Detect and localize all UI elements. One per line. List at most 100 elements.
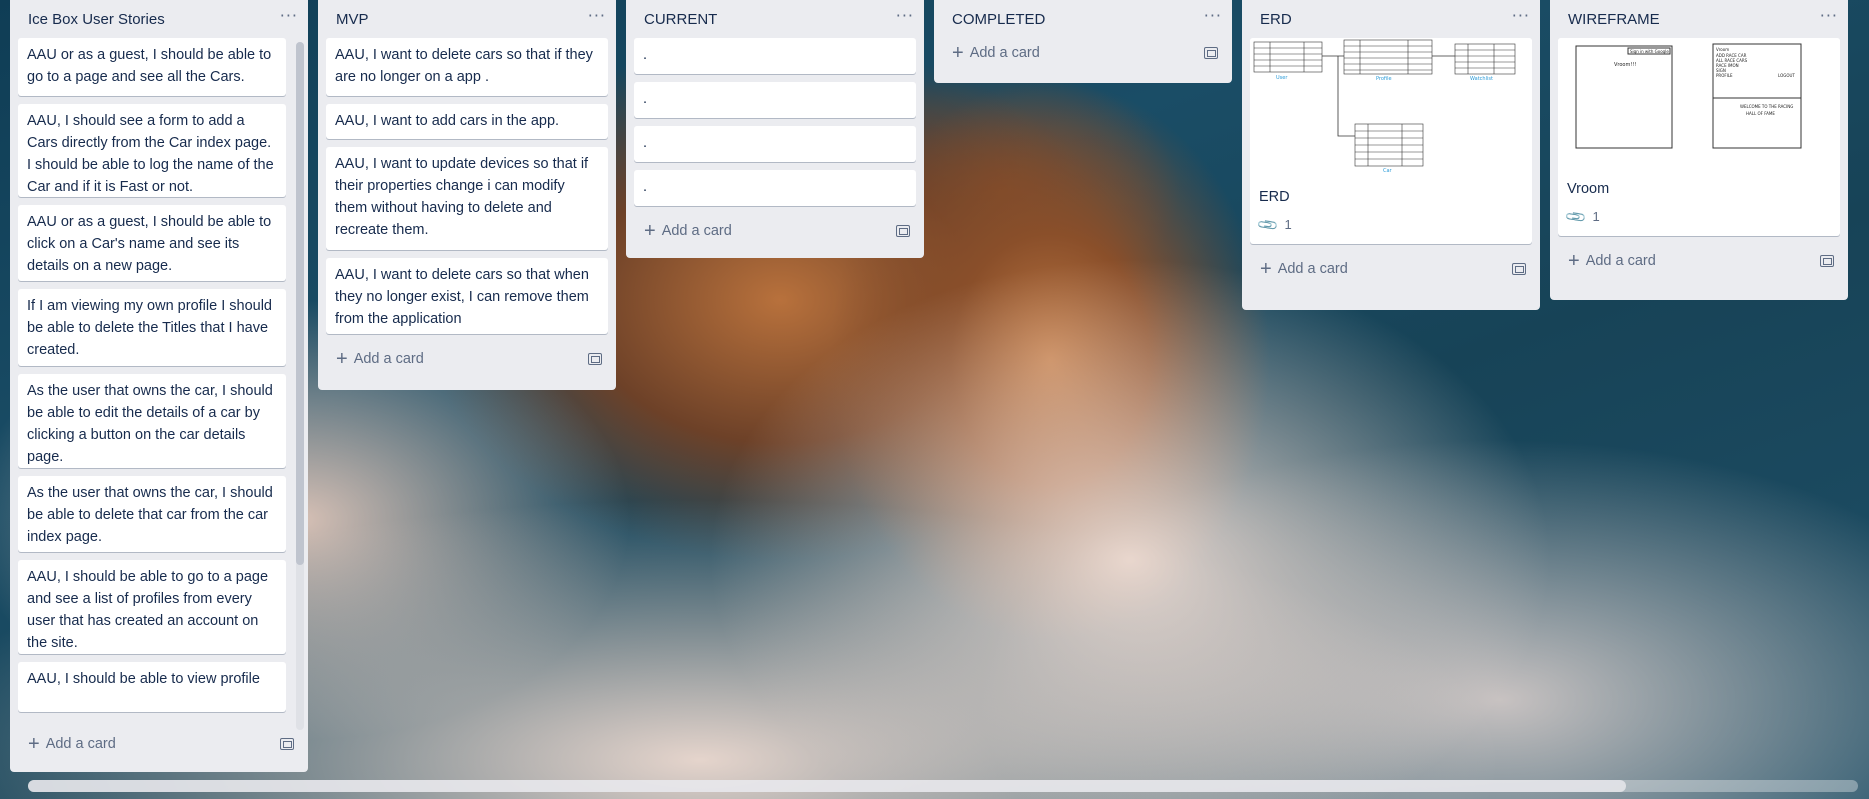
- list-title[interactable]: CURRENT: [644, 11, 717, 28]
- card-title: Vroom: [1567, 181, 1610, 197]
- add-card-label: Add a card: [353, 351, 424, 367]
- card-title: AAU or as a guest, I should be able to g…: [27, 47, 272, 85]
- add-card-row: + Add a card: [318, 342, 616, 382]
- card[interactable]: AAU, I want to add cars in the app.: [326, 104, 608, 139]
- add-card-button[interactable]: + Add a card: [644, 220, 732, 242]
- card-title: AAU, I should see a form to add a Cars d…: [27, 113, 274, 195]
- board-horizontal-scrollbar[interactable]: [28, 780, 1858, 792]
- card[interactable]: AAU, I want to delete cars so that if th…: [326, 38, 608, 96]
- card[interactable]: As the user that owns the car, I should …: [18, 374, 286, 468]
- card-title: .: [643, 179, 648, 195]
- card-title: .: [643, 135, 648, 151]
- add-card-row: + Add a card: [626, 214, 924, 254]
- list-ice-box: Ice Box User Stories ··· AAU or as a gue…: [10, 0, 308, 772]
- card-with-cover[interactable]: User Profile Watchlist Car ERD 📎 1: [1250, 38, 1532, 244]
- card[interactable]: .: [634, 170, 916, 206]
- add-card-button[interactable]: + Add a card: [1260, 258, 1348, 280]
- card-list: User Profile Watchlist Car ERD 📎 1: [1242, 38, 1540, 244]
- list-menu-icon[interactable]: ···: [896, 8, 914, 27]
- list-menu-icon[interactable]: ···: [1820, 8, 1838, 27]
- add-card-button[interactable]: + Add a card: [952, 42, 1040, 64]
- card-title: .: [643, 47, 648, 63]
- attachment-badge: 📎 1: [1256, 213, 1523, 236]
- list-title[interactable]: COMPLETED: [952, 11, 1045, 28]
- add-card-button[interactable]: + Add a card: [1568, 251, 1656, 271]
- list-title[interactable]: Ice Box User Stories: [28, 11, 165, 28]
- add-card-button[interactable]: + Add a card: [336, 348, 424, 370]
- add-card-label: Add a card: [969, 45, 1040, 61]
- add-card-row: + Add a card: [1242, 252, 1540, 292]
- add-card-row: + Add a card: [10, 726, 308, 766]
- card[interactable]: AAU, I want to delete cars so that when …: [326, 258, 608, 334]
- wf-sign-in: Sign in with Google: [1630, 49, 1669, 54]
- card[interactable]: .: [634, 126, 916, 162]
- list-header[interactable]: Ice Box User Stories ···: [10, 0, 308, 38]
- erd-label-watchlist: Watchlist: [1470, 76, 1493, 82]
- list-menu-icon[interactable]: ···: [1204, 8, 1222, 27]
- card-title: ERD: [1259, 189, 1290, 205]
- card-title: As the user that owns the car, I should …: [27, 485, 273, 545]
- wf-menu-1: Vroom: [1716, 47, 1729, 52]
- list-header[interactable]: CURRENT ···: [626, 0, 924, 38]
- card-title: AAU, I want to delete cars so that if th…: [335, 47, 593, 85]
- card-cover-image: User Profile Watchlist Car: [1250, 38, 1532, 180]
- card-body: Vroom 📎 1: [1558, 172, 1840, 236]
- card-template-icon[interactable]: [280, 738, 294, 750]
- wf-welcome-1: WELCOME TO THE RACING: [1740, 104, 1793, 109]
- card[interactable]: .: [634, 82, 916, 118]
- card[interactable]: AAU, I should be able to view profile: [18, 662, 286, 712]
- card-template-icon[interactable]: [1204, 47, 1218, 59]
- card-title: AAU, I want to update devices so that if…: [335, 156, 589, 238]
- card[interactable]: AAU, I should see a form to add a Cars d…: [18, 104, 286, 197]
- add-card-label: Add a card: [1277, 261, 1348, 277]
- erd-label-car: Car: [1383, 168, 1393, 174]
- plus-icon: +: [952, 42, 964, 64]
- plus-icon: +: [336, 348, 348, 370]
- card-title: AAU or as a guest, I should be able to c…: [27, 214, 272, 274]
- list-header[interactable]: COMPLETED ···: [934, 0, 1232, 38]
- card[interactable]: As the user that owns the car, I should …: [18, 476, 286, 552]
- list-erd: ERD ··· User Profile Watchlist Car ERD 📎…: [1242, 0, 1540, 310]
- card-list: AAU, I want to delete cars so that if th…: [318, 38, 616, 334]
- card-template-icon[interactable]: [588, 353, 602, 365]
- card-template-icon[interactable]: [1512, 263, 1526, 275]
- card-with-cover[interactable]: Sign in with Google Vroom!!! Vroom ADD R…: [1558, 38, 1840, 236]
- list-header[interactable]: WIREFRAME ···: [1550, 0, 1848, 38]
- paperclip-icon: 📎: [1563, 205, 1588, 229]
- card-title: AAU, I should be able to go to a page an…: [27, 569, 269, 651]
- card-template-icon[interactable]: [896, 225, 910, 237]
- list-scrollbar[interactable]: [296, 42, 304, 730]
- card[interactable]: AAU or as a guest, I should be able to c…: [18, 205, 286, 281]
- list-title[interactable]: MVP: [336, 11, 369, 28]
- card[interactable]: AAU or as a guest, I should be able to g…: [18, 38, 286, 96]
- card-list: Sign in with Google Vroom!!! Vroom ADD R…: [1550, 38, 1848, 236]
- list-menu-icon[interactable]: ···: [280, 8, 298, 27]
- wireframe-image: Sign in with Google Vroom!!! Vroom ADD R…: [1575, 43, 1802, 149]
- card-body: ERD 📎 1: [1250, 180, 1532, 244]
- list-completed: COMPLETED ··· + Add a card: [934, 0, 1232, 83]
- card-title: If I am viewing my own profile I should …: [27, 298, 272, 358]
- card[interactable]: .: [634, 38, 916, 74]
- list-current: CURRENT ··· . . . . + Add a card: [626, 0, 924, 258]
- list-menu-icon[interactable]: ···: [588, 8, 606, 27]
- erd-label-profile: Profile: [1376, 76, 1392, 82]
- list-header[interactable]: MVP ···: [318, 0, 616, 38]
- card-title: As the user that owns the car, I should …: [27, 383, 273, 465]
- card-list: AAU or as a guest, I should be able to g…: [10, 38, 294, 726]
- list-title[interactable]: ERD: [1260, 11, 1292, 28]
- list-scrollbar-thumb[interactable]: [296, 42, 304, 565]
- list-title[interactable]: WIREFRAME: [1568, 11, 1660, 28]
- card-template-icon[interactable]: [1820, 255, 1834, 267]
- card-title: AAU, I should be able to view profile: [27, 671, 260, 687]
- card-title: .: [643, 91, 648, 107]
- list-menu-icon[interactable]: ···: [1512, 8, 1530, 27]
- card[interactable]: If I am viewing my own profile I should …: [18, 289, 286, 366]
- plus-icon: +: [644, 220, 656, 242]
- add-card-button[interactable]: + Add a card: [28, 734, 116, 754]
- card[interactable]: AAU, I want to update devices so that if…: [326, 147, 608, 250]
- list-header[interactable]: ERD ···: [1242, 0, 1540, 38]
- card[interactable]: AAU, I should be able to go to a page an…: [18, 560, 286, 654]
- plus-icon: +: [1260, 258, 1272, 280]
- add-card-row: + Add a card: [1550, 244, 1848, 284]
- board-scrollbar-thumb[interactable]: [28, 780, 1626, 792]
